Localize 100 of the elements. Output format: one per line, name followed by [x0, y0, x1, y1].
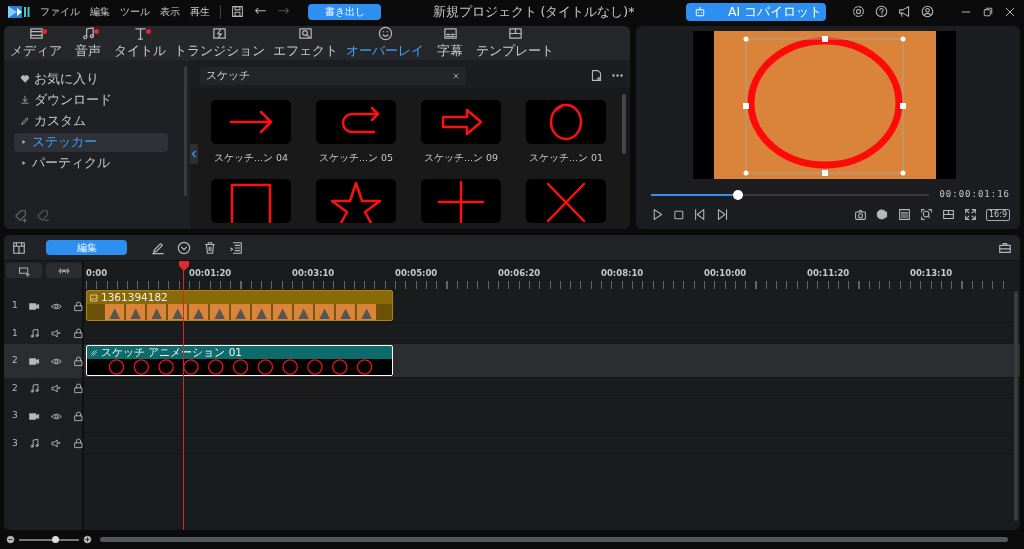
layout-icon[interactable] — [942, 208, 956, 222]
ruler-label: 00:01:20 — [189, 267, 233, 280]
sticker-thumbnail[interactable] — [316, 99, 396, 144]
menu-item[interactable]: 編集 — [90, 4, 110, 20]
list-document-icon[interactable] — [229, 240, 243, 255]
lock-icon[interactable] — [72, 410, 84, 422]
speaker-icon[interactable] — [50, 328, 62, 340]
tab[interactable]: メディア — [6, 25, 66, 60]
fit-button[interactable] — [46, 263, 82, 279]
slider-thumb[interactable] — [732, 189, 743, 200]
tab[interactable]: 字幕 — [428, 25, 472, 60]
zoom-slider[interactable] — [19, 538, 79, 541]
settings-icon[interactable] — [852, 5, 865, 19]
video-camera-icon — [28, 410, 40, 422]
search-field[interactable]: スケッチ — [200, 66, 466, 85]
sticker-label: スケッチ...ン 09 — [423, 150, 499, 163]
sticker-thumbnail[interactable] — [316, 178, 396, 223]
sketch-icon — [90, 348, 98, 357]
menu-item[interactable]: ツール — [120, 4, 150, 20]
category-item[interactable]: カスタム — [14, 111, 168, 131]
scrollbar[interactable] — [100, 537, 1008, 543]
tab[interactable]: トランジション — [170, 25, 269, 60]
category-icon — [20, 95, 30, 106]
tab[interactable]: 音声 — [66, 25, 110, 60]
next-frame-icon[interactable] — [716, 208, 730, 222]
sticker-thumbnail[interactable] — [211, 178, 291, 223]
sticker-thumbnail[interactable] — [526, 99, 606, 144]
lock-icon[interactable] — [72, 328, 84, 340]
zoom-out-icon[interactable] — [6, 535, 15, 545]
new-file-icon[interactable] — [590, 69, 604, 83]
stop-icon[interactable] — [673, 208, 686, 221]
sticker-thumbnail[interactable] — [421, 178, 501, 223]
sticker-thumbnail[interactable] — [421, 99, 501, 144]
megaphone-icon[interactable] — [898, 5, 911, 19]
ruler-label: 0:00 — [86, 267, 109, 280]
tab[interactable]: エフェクト — [269, 25, 342, 60]
robot-icon — [694, 5, 706, 18]
tab-icon — [298, 25, 313, 41]
sticker-label: スケッチ...ン 05 — [318, 150, 394, 163]
play-icon[interactable] — [651, 208, 665, 222]
dropdown-circle-icon[interactable] — [177, 240, 191, 255]
category-item[interactable]: ダウンロード — [14, 90, 168, 110]
collapse-button[interactable] — [190, 143, 198, 164]
record-icon[interactable] — [876, 208, 890, 222]
sticker-thumbnail[interactable] — [211, 99, 291, 144]
lock-icon[interactable] — [72, 438, 84, 450]
scrollbar[interactable] — [622, 93, 627, 154]
tab-icon — [377, 25, 393, 41]
category-item[interactable]: お気に入り — [14, 69, 168, 89]
tab-icon — [132, 25, 148, 41]
close-icon[interactable] — [1004, 5, 1016, 18]
playhead-marker[interactable] — [179, 261, 189, 272]
scrollbar[interactable] — [1014, 291, 1018, 522]
menu-item[interactable]: 表示 — [160, 4, 180, 20]
window-title: 新規プロジェクト (タイトルなし)* — [431, 2, 636, 21]
visibility-icon[interactable] — [50, 355, 62, 367]
tab[interactable]: テンプレート — [472, 25, 558, 60]
speaker-icon[interactable] — [50, 438, 62, 450]
menu-item[interactable]: ファイル — [40, 4, 80, 20]
list-icon[interactable] — [898, 208, 912, 222]
slider-thumb[interactable] — [52, 535, 59, 543]
zoom-icon[interactable] — [920, 208, 934, 222]
lock-icon[interactable] — [72, 383, 84, 395]
tab[interactable]: タイトル — [110, 25, 170, 60]
toolbox-icon[interactable] — [998, 240, 1012, 255]
track-number: 1 — [12, 326, 18, 340]
sticker-thumbnail[interactable] — [526, 178, 606, 223]
menu-item[interactable]: 再生 — [190, 4, 210, 20]
pen-icon[interactable] — [151, 240, 165, 255]
music-note-icon — [28, 438, 40, 450]
ruler-label: 00:05:00 — [395, 267, 439, 280]
speaker-icon[interactable] — [50, 383, 62, 395]
visibility-icon[interactable] — [50, 410, 62, 422]
ruler-label: 00:11:20 — [807, 267, 851, 280]
help-icon[interactable] — [875, 5, 888, 19]
restore-icon[interactable] — [982, 5, 994, 18]
lock-icon[interactable] — [72, 300, 84, 312]
clear-icon[interactable] — [452, 71, 460, 80]
save-icon[interactable] — [231, 5, 244, 19]
account-icon[interactable] — [921, 5, 934, 19]
camera-icon[interactable] — [854, 208, 868, 222]
tab[interactable]: オーバーレイ — [342, 25, 428, 60]
lock-icon[interactable] — [72, 355, 84, 367]
ruler-label: 00:13:10 — [910, 267, 954, 280]
fullscreen-icon[interactable] — [964, 208, 978, 222]
storyboard-icon[interactable] — [12, 240, 26, 255]
track-number: 2 — [12, 354, 18, 368]
music-note-icon — [28, 328, 40, 340]
trash-icon[interactable] — [203, 240, 217, 255]
aspect-ratio-button[interactable]: 16:9 — [986, 208, 1010, 221]
video-clip[interactable]: 1361394182 — [86, 290, 393, 322]
zoom-in-icon[interactable] — [83, 535, 92, 545]
category-item[interactable]: パーティクル — [14, 153, 168, 173]
sticker-label: スケッチ...ン 01 — [528, 150, 604, 163]
image-icon — [90, 293, 98, 302]
track-manager-button[interactable] — [6, 263, 42, 279]
visibility-icon[interactable] — [50, 300, 62, 312]
track-number: 3 — [12, 436, 18, 450]
add-tag-icon[interactable] — [14, 209, 28, 224]
category-item[interactable]: ステッカー — [14, 132, 168, 152]
